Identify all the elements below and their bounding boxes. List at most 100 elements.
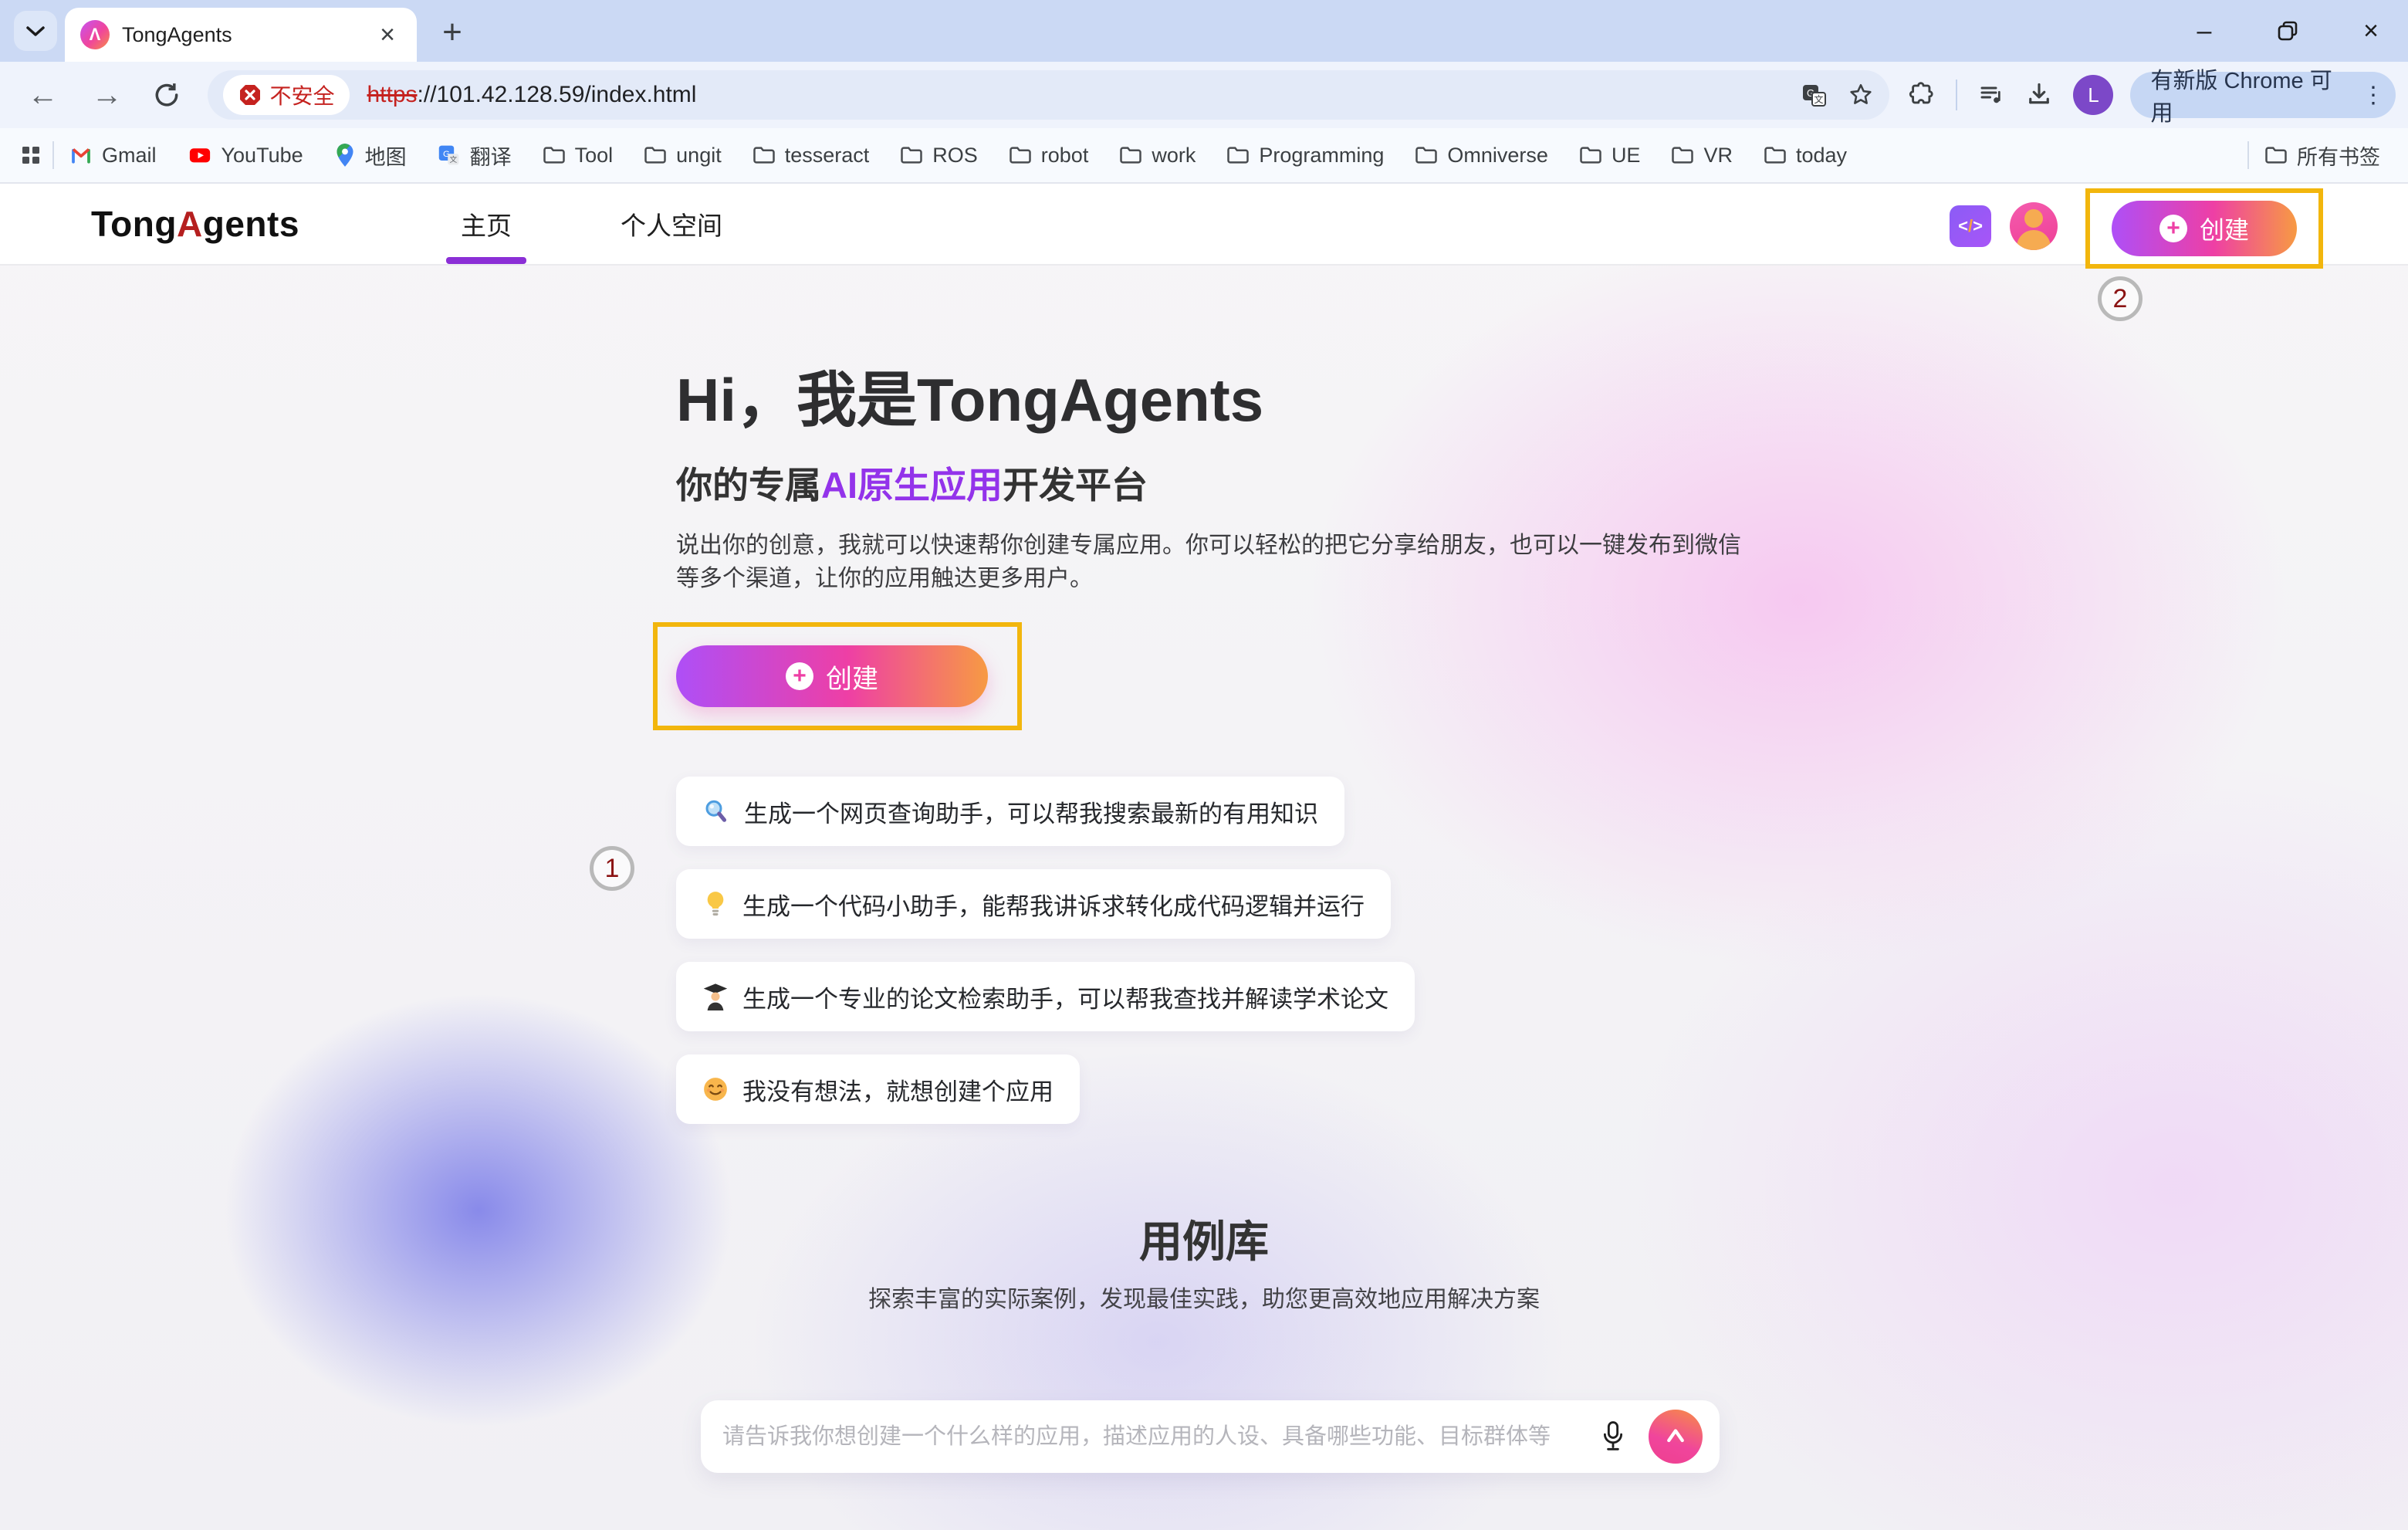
header-create-button[interactable]: + 创建 xyxy=(2112,201,2297,256)
bookmark-folder-omniverse[interactable]: Omniverse xyxy=(1415,144,1548,168)
avatar-body xyxy=(2017,230,2051,250)
bookmark-youtube[interactable]: YouTube xyxy=(188,144,303,168)
annotation-badge-1: 1 xyxy=(590,846,634,891)
folder-icon xyxy=(1226,145,1250,165)
usecase-section-subtitle: 探索丰富的实际案例，发现最佳实践，助您更高效地应用解决方案 xyxy=(0,1280,2408,1314)
smiley-icon xyxy=(702,1076,729,1102)
back-icon[interactable]: ← xyxy=(22,78,64,113)
url-scheme: https xyxy=(367,82,417,107)
bookmark-folder-robot[interactable]: robot xyxy=(1009,144,1089,168)
bookmarks-separator xyxy=(2247,141,2249,169)
plus-icon: + xyxy=(786,662,813,690)
omnibox-actions: G文 xyxy=(1801,82,1874,108)
all-bookmarks[interactable]: 所有书签 xyxy=(2243,140,2389,171)
folder-icon xyxy=(644,145,667,165)
chevron-down-icon xyxy=(25,24,46,38)
annotation-badge-2: 2 xyxy=(2098,276,2143,321)
url-rest: ://101.42.128.59/index.html xyxy=(418,82,697,107)
folder-icon xyxy=(1009,145,1032,165)
tab-close-icon[interactable]: × xyxy=(374,20,401,49)
bookmark-folder-programming[interactable]: Programming xyxy=(1226,144,1384,168)
download-icon[interactable] xyxy=(2025,81,2053,109)
extensions-icon[interactable] xyxy=(1908,81,1936,109)
suggestion-chip-code-assistant[interactable]: 生成一个代码小助手，能帮我讲诉求转化成代码逻辑并运行 xyxy=(676,869,1391,939)
prompt-input[interactable] xyxy=(722,1424,1591,1450)
gmail-icon xyxy=(69,144,93,167)
scholar-icon xyxy=(702,983,729,1010)
browser-titlebar: Λ TongAgents × + – × xyxy=(0,0,2408,62)
not-secure-icon xyxy=(238,83,262,107)
bookmark-folder-ue[interactable]: UE xyxy=(1579,144,1641,168)
hero-title: Hi，我是TongAgents xyxy=(676,352,1263,438)
youtube-icon xyxy=(188,144,212,167)
folder-icon xyxy=(543,145,566,165)
suggestion-chip-web-search[interactable]: 生成一个网页查询助手，可以帮我搜索最新的有用知识 xyxy=(676,777,1344,846)
tab-favicon-icon: Λ xyxy=(80,20,110,49)
media-controls-icon[interactable] xyxy=(1977,81,2005,109)
hero-create-button[interactable]: + 创建 xyxy=(676,645,988,707)
close-window-button[interactable]: × xyxy=(2349,9,2393,52)
avatar-head xyxy=(2024,209,2043,228)
folder-icon xyxy=(1764,145,1787,165)
microphone-icon[interactable] xyxy=(1591,1420,1635,1454)
apps-grid-icon[interactable] xyxy=(19,143,43,168)
translate-bookmark-icon: G文 xyxy=(438,144,461,167)
folder-icon xyxy=(1579,145,1602,165)
hero-subtitle-highlight: AI原生应用 xyxy=(821,465,1003,506)
security-label: 不安全 xyxy=(269,80,334,110)
suggestion-chip-no-idea[interactable]: 我没有想法，就想创建个应用 xyxy=(676,1054,1080,1124)
bookmark-translate[interactable]: G文 翻译 xyxy=(438,140,512,171)
bookmarks-separator xyxy=(52,141,54,169)
prompt-bar xyxy=(701,1400,1720,1473)
bookmark-folder-work[interactable]: work xyxy=(1119,144,1196,168)
chrome-update-pill[interactable]: 有新版 Chrome 可用 ⋮ xyxy=(2130,72,2396,118)
bookmark-star-icon[interactable] xyxy=(1848,82,1874,108)
send-button[interactable] xyxy=(1649,1410,1703,1464)
restore-button[interactable] xyxy=(2266,9,2309,52)
folder-icon xyxy=(2264,145,2288,165)
folder-icon xyxy=(900,145,923,165)
forward-icon[interactable]: → xyxy=(86,78,128,113)
site-header: TongAgents 主页 个人空间 </> + 创建 xyxy=(0,184,2408,266)
url-bar[interactable]: 不安全 https://101.42.128.59/index.html G文 xyxy=(208,70,1889,120)
tab-search-button[interactable] xyxy=(14,11,57,51)
bulb-icon xyxy=(702,890,729,918)
tab-title: TongAgents xyxy=(122,23,374,47)
toolbar-separator xyxy=(1956,80,1957,110)
folder-icon xyxy=(1119,145,1142,165)
browser-tab[interactable]: Λ TongAgents × xyxy=(65,8,417,62)
bookmark-gmail[interactable]: Gmail xyxy=(69,144,157,168)
bookmark-folder-vr[interactable]: VR xyxy=(1671,144,1733,168)
minimize-button[interactable]: – xyxy=(2183,9,2226,52)
bookmark-folder-ros[interactable]: ROS xyxy=(900,144,978,168)
reload-icon[interactable] xyxy=(145,80,188,110)
bookmark-folder-today[interactable]: today xyxy=(1764,144,1847,168)
nav-tab-home[interactable]: 主页 xyxy=(432,184,540,264)
site-logo[interactable]: TongAgents xyxy=(91,184,299,264)
security-chip[interactable]: 不安全 xyxy=(223,75,350,115)
magnifier-icon xyxy=(702,797,730,825)
new-tab-button[interactable]: + xyxy=(432,12,472,52)
url-text[interactable]: https://101.42.128.59/index.html xyxy=(367,82,696,108)
bookmark-folder-tesseract[interactable]: tesseract xyxy=(752,144,870,168)
translate-icon[interactable]: G文 xyxy=(1801,82,1828,108)
hero-subtitle: 你的专属AI原生应用开发平台 xyxy=(676,455,1148,509)
bookmark-folder-ungit[interactable]: ungit xyxy=(644,144,722,168)
user-avatar[interactable] xyxy=(2010,202,2058,250)
nav-tab-personal-space[interactable]: 个人空间 xyxy=(593,184,750,264)
code-icon[interactable]: </> xyxy=(1950,205,1991,247)
suggestion-chip-paper-search[interactable]: 生成一个专业的论文检索助手，可以帮我查找并解读学术论文 xyxy=(676,962,1415,1031)
plus-icon: + xyxy=(2159,215,2187,242)
profile-avatar[interactable]: L xyxy=(2073,75,2113,115)
screen: Λ TongAgents × + – × ← → 不安全 https:// xyxy=(0,0,2408,1530)
usecase-section-title: 用例库 xyxy=(0,1207,2408,1270)
bookmark-maps[interactable]: 地图 xyxy=(334,140,407,171)
window-controls: – × xyxy=(2183,0,2393,62)
svg-text:文: 文 xyxy=(449,154,457,164)
folder-icon xyxy=(1671,145,1694,165)
bookmark-folder-tool[interactable]: Tool xyxy=(543,144,614,168)
hero-description: 说出你的创意，我就可以快速帮你创建专属应用。你可以轻松的把它分享给朋友，也可以一… xyxy=(676,530,1749,595)
menu-dots-icon[interactable]: ⋮ xyxy=(2362,82,2385,109)
browser-toolbar: ← → 不安全 https://101.42.128.59/index.html… xyxy=(0,62,2408,128)
chrome-update-text: 有新版 Chrome 可用 xyxy=(2150,63,2351,127)
